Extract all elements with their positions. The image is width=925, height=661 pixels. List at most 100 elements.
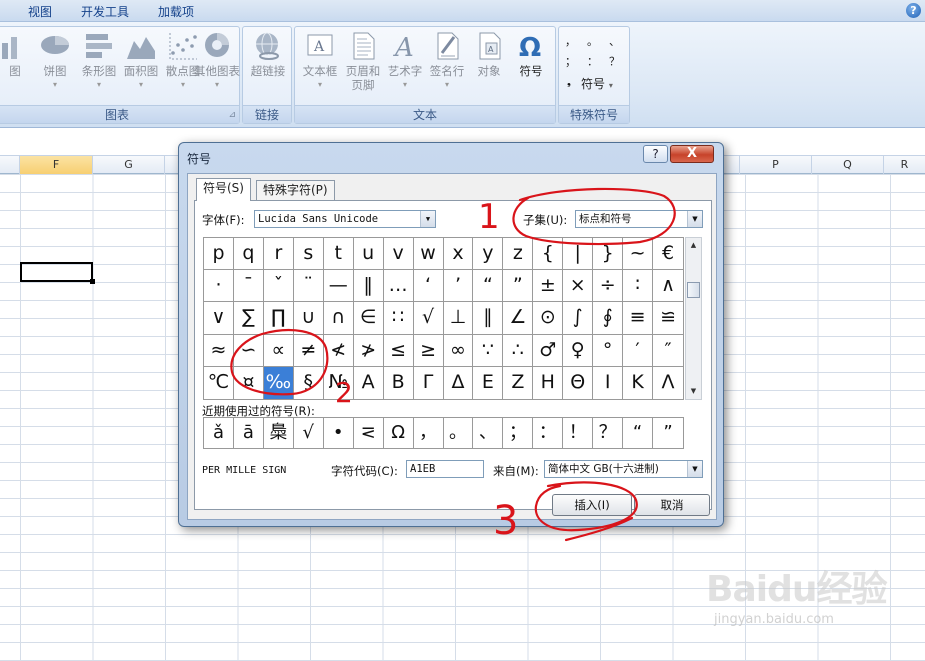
symbol-cell[interactable]: ∥ [473,302,504,335]
special-symbol-question[interactable]: ？ [609,53,620,69]
symbol-cell[interactable]: ˇ [263,270,294,303]
symbol-cell[interactable]: ∏ [263,302,294,335]
recent-symbols-grid[interactable]: ǎ ā 䲷 √ • ⋜ Ω，。、；：！？ “” [203,417,684,449]
symbol-cell[interactable]: } [593,238,624,271]
tab-symbols[interactable]: 符号(S) [196,178,251,201]
symbol-cell[interactable]: ’ [443,270,474,303]
subset-select[interactable]: 标点和符号 ▼ [575,210,703,228]
symbol-cell[interactable]: √ [413,302,444,335]
symbol-button[interactable]: Ω 符号 [509,31,553,78]
symbol-cell[interactable]: ∷ [383,302,414,335]
symbol-cell[interactable]: Η [533,366,564,399]
header-footer-button[interactable]: 页眉和 页脚 [341,31,385,92]
symbol-cell[interactable]: u [353,238,384,271]
symbol-cell-selected[interactable]: ‰ [263,366,294,399]
symbol-cell[interactable]: ♀ [563,334,594,367]
recent-symbol-cell[interactable]: “ [623,418,654,448]
symbol-cell[interactable]: ♂ [533,334,564,367]
chart-button-other[interactable]: 其他图表 ▾ [189,31,245,92]
symbol-cell[interactable]: ∽ [233,334,264,367]
symbol-cell[interactable]: Β [384,366,414,399]
hyperlink-button[interactable]: 超链接 [246,31,290,78]
symbol-cell[interactable]: Γ [414,366,444,399]
column-header-f[interactable]: F [20,156,93,174]
special-symbol-period[interactable]: 。 [587,33,598,49]
symbol-cell[interactable]: ′ [623,334,654,367]
active-cell[interactable] [20,262,95,284]
symbol-cell[interactable]: ≯ [353,334,384,367]
chevron-down-icon[interactable]: ▼ [420,211,435,227]
symbol-cell[interactable]: ÷ [593,270,624,303]
textbox-button[interactable]: A 文本框 ▾ [298,31,342,92]
symbol-grid[interactable]: p q r s t u v w x y z{|} ~ € · ˉ ˇ ¨ — ‖… ‘’ “” ± × ÷ ∶ ∧ ∨ ∑ ∏ ∪ ∩ ∈ ∷ √… [203,237,684,400]
help-icon[interactable]: ? [906,3,921,18]
symbol-cell[interactable]: ˉ [233,270,264,303]
symbol-cell[interactable]: ∈ [353,302,384,335]
symbol-cell[interactable]: ″ [653,335,683,367]
recent-symbol-cell[interactable]: • [324,418,354,448]
char-code-input[interactable]: A1EB [406,460,484,478]
symbol-cell[interactable]: ≥ [413,334,444,367]
font-select[interactable]: Lucida Sans Unicode ▼ [254,210,436,228]
symbol-cell[interactable]: ≮ [323,334,354,367]
symbol-cell[interactable]: ” [503,270,534,303]
symbol-cell[interactable]: w [413,238,444,271]
symbol-cell[interactable]: ∞ [443,334,474,367]
scroll-down-icon[interactable]: ▼ [686,384,701,399]
dialog-launcher-icon[interactable]: ⊿ [228,110,236,120]
dialog-close-button[interactable]: X [670,145,714,163]
recent-symbol-cell[interactable]: 䲷 [264,418,294,448]
tab-special-characters[interactable]: 特殊字符(P) [256,180,335,200]
recent-symbol-cell[interactable]: 。 [444,418,474,448]
symbol-cell[interactable]: ∠ [503,302,534,335]
symbol-cell[interactable]: ≡ [623,302,654,335]
menu-tab-view[interactable]: 视图 [28,3,52,20]
symbol-cell[interactable]: | [563,238,594,271]
column-header-p[interactable]: P [740,156,812,174]
symbol-cell[interactable]: — [323,270,354,303]
recent-symbol-cell[interactable]: ， [414,418,444,448]
symbol-cell[interactable]: Ε [473,366,504,399]
scroll-up-icon[interactable]: ▲ [686,238,701,253]
symbol-cell[interactable]: ⊙ [533,302,564,335]
symbol-cell[interactable]: ∝ [263,334,294,367]
symbol-cell[interactable]: z [503,238,534,271]
column-header-r[interactable]: R [884,156,925,174]
recent-symbol-cell[interactable]: ： [533,418,564,448]
recent-symbol-cell[interactable]: ？ [593,418,624,448]
recent-symbol-cell[interactable]: ！ [563,418,594,448]
symbol-cell[interactable]: … [383,270,414,303]
symbol-cell[interactable]: Λ [653,367,683,399]
symbol-cell[interactable]: Θ [563,366,594,399]
symbol-cell[interactable]: ~ [623,238,654,271]
symbol-cell[interactable]: Δ [444,366,474,399]
recent-symbol-cell[interactable]: ǎ [204,418,234,448]
chart-button-bar[interactable]: 条形图 ▾ [77,31,121,92]
symbol-cell[interactable]: v [383,238,414,271]
recent-symbol-cell[interactable]: ” [653,418,683,448]
symbol-cell[interactable]: Ι [593,366,624,399]
symbol-cell[interactable]: ≈ [204,334,234,367]
symbol-cell[interactable]: ≌ [653,302,683,335]
symbol-cell[interactable]: s [293,238,324,271]
column-header-g[interactable]: G [93,156,165,174]
symbol-cell[interactable]: ¤ [234,366,264,399]
signature-line-button[interactable]: 签名行 ▾ [425,31,469,92]
recent-symbol-cell[interactable]: Ω [384,418,414,448]
symbol-cell[interactable]: ° [593,334,624,367]
menu-tab-addins[interactable]: 加载项 [158,3,194,20]
symbol-cell[interactable]: ≠ [293,334,324,367]
symbol-cell[interactable]: t [323,238,354,271]
special-symbol-comma[interactable]: ， [565,33,576,49]
symbol-cell[interactable]: § [294,366,324,399]
symbol-cell[interactable]: q [233,238,264,271]
symbol-cell[interactable]: x [443,238,474,271]
chart-button-pie[interactable]: 饼图 ▾ [33,31,77,92]
symbol-cell[interactable]: ∪ [293,302,324,335]
symbol-cell[interactable]: ∫ [563,302,594,335]
cancel-button[interactable]: 取消 [634,494,710,516]
recent-symbol-cell[interactable]: ； [503,418,534,448]
symbol-cell[interactable]: ≤ [383,334,414,367]
symbol-cell[interactable]: ∮ [593,302,624,335]
dialog-help-button[interactable]: ? [643,145,668,163]
